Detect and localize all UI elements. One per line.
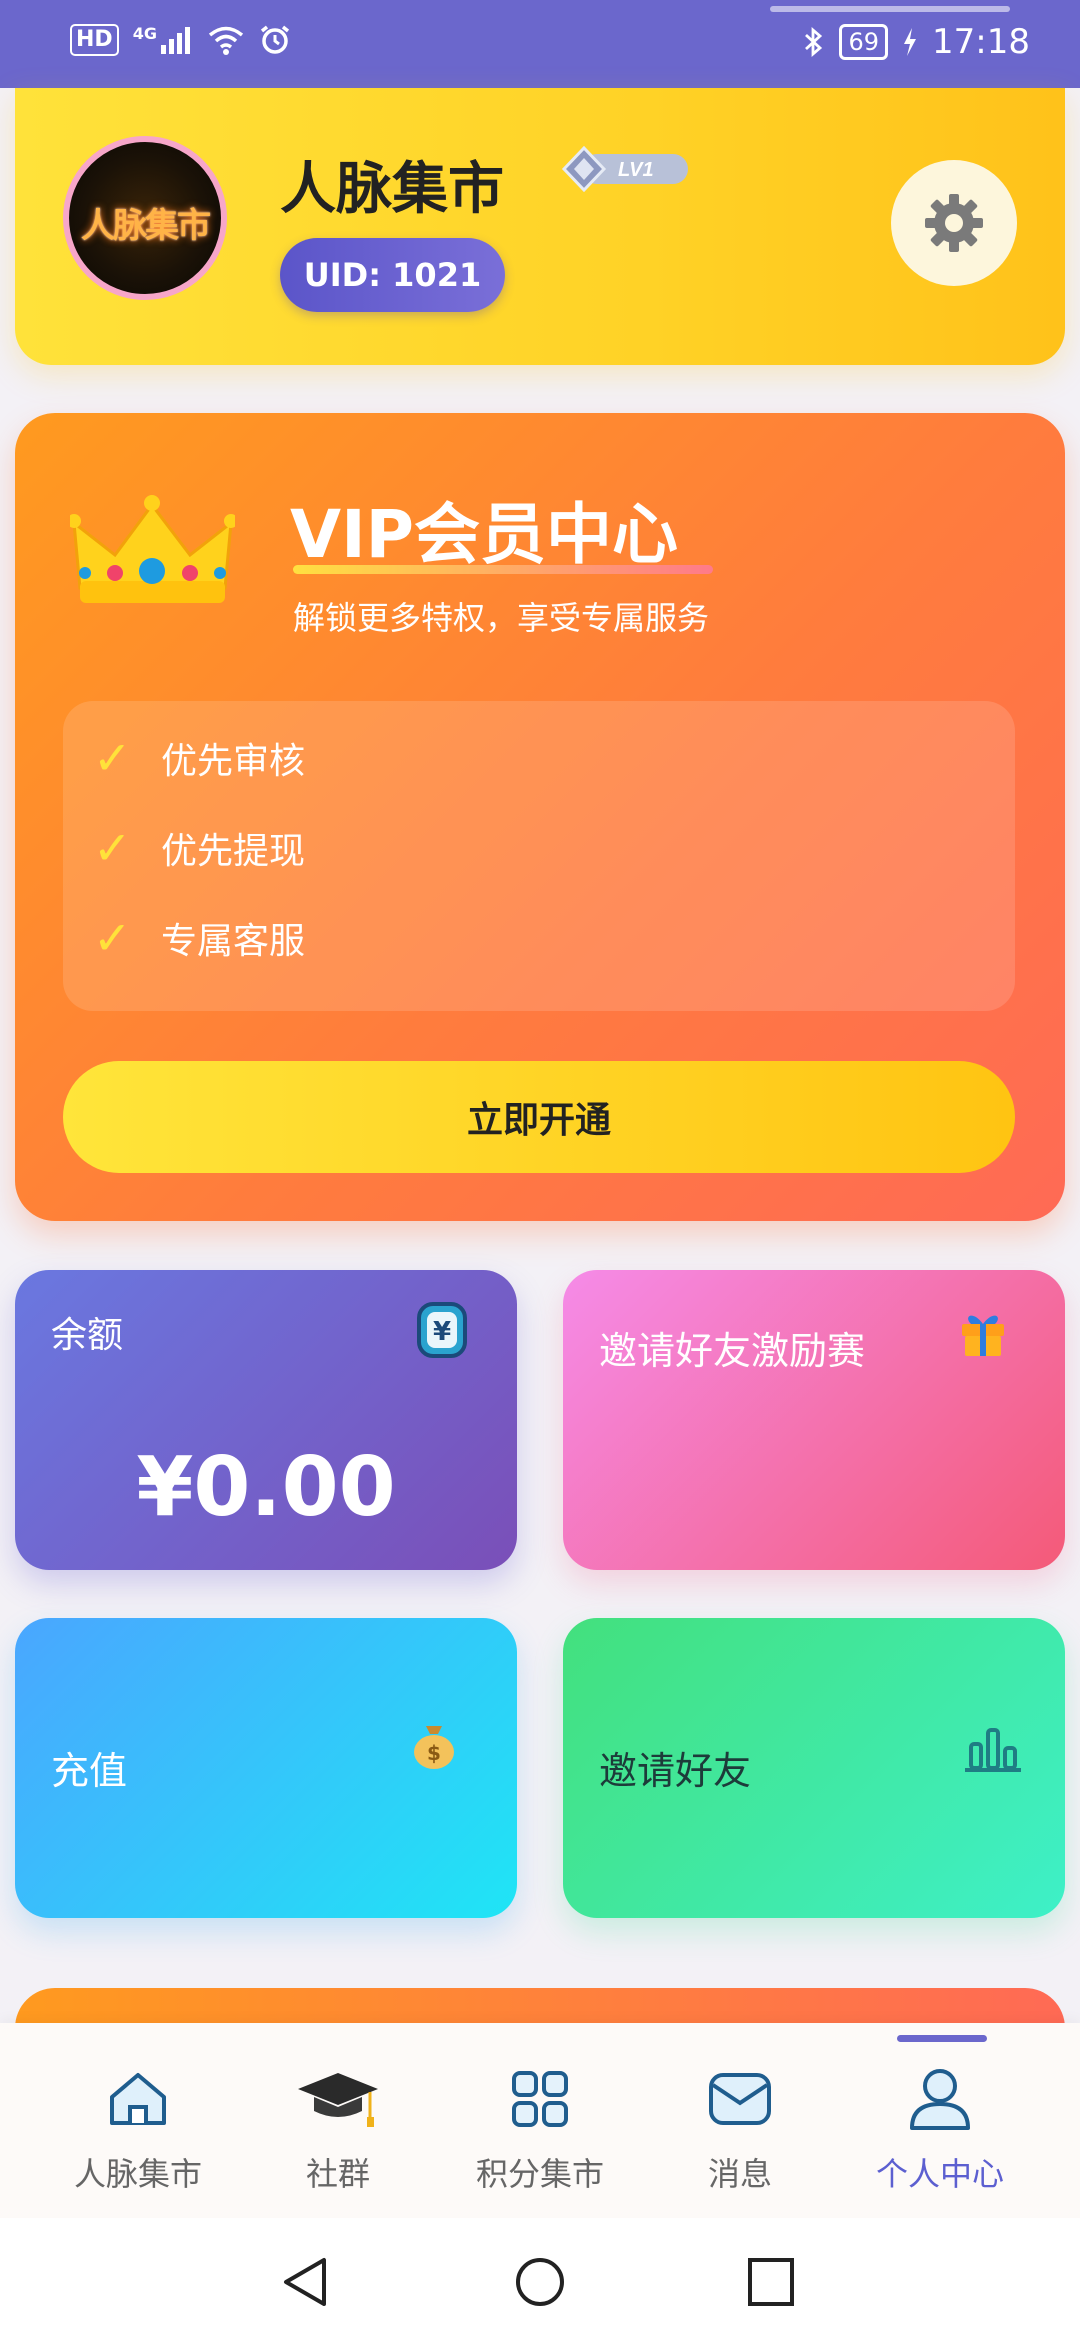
balance-tile[interactable]: 余额 ¥ ¥0.00 xyxy=(15,1270,517,1570)
nav-item-profile[interactable]: 个人中心 xyxy=(840,2063,1040,2195)
money-bag-icon: $ xyxy=(414,1726,454,1769)
vip-title: VIP会员中心 xyxy=(290,496,679,573)
avatar[interactable]: 人脉集市 xyxy=(63,136,227,300)
charging-icon xyxy=(904,28,917,56)
open-vip-button[interactable]: 立即开通 xyxy=(63,1061,1015,1173)
alarm-icon xyxy=(260,25,290,54)
benefit-label: 专属客服 xyxy=(161,921,306,962)
nav-item-community[interactable]: 社群 xyxy=(238,2063,438,2195)
home-icon xyxy=(110,2073,166,2125)
settings-button[interactable] xyxy=(891,160,1017,286)
recents-icon[interactable] xyxy=(746,2256,796,2308)
check-icon: ✓ xyxy=(93,821,132,875)
graduation-cap-icon xyxy=(298,2073,378,2127)
mail-icon xyxy=(709,2073,771,2125)
gift-icon xyxy=(962,1315,1004,1356)
svg-text:¥: ¥ xyxy=(433,1317,451,1347)
profile-name: 人脉集市 xyxy=(280,157,504,222)
balance-label: 余额 xyxy=(51,1315,124,1356)
network-label: 4G xyxy=(132,23,157,43)
status-right: 69 17:18 xyxy=(803,22,1030,62)
avatar-logo-text: 人脉集市 xyxy=(81,206,211,246)
clock: 17:18 xyxy=(932,22,1030,62)
invite-label: 邀请好友 xyxy=(599,1749,752,1793)
crown-icon xyxy=(70,495,235,603)
recharge-label: 充值 xyxy=(51,1749,128,1793)
invite-race-label: 邀请好友激励赛 xyxy=(599,1329,866,1373)
yuan-icon: ¥ xyxy=(417,1302,467,1358)
hd-icon: HD xyxy=(70,24,119,56)
nav-item-points-market[interactable]: 积分集市 xyxy=(440,2063,640,2195)
bluetooth-icon xyxy=(805,26,823,58)
recharge-tile[interactable]: 充值 $ xyxy=(15,1618,517,1918)
status-left: HD 4G xyxy=(70,24,291,56)
grid-icon xyxy=(512,2071,568,2127)
nav-label: 人脉集市 xyxy=(73,2155,202,2193)
benefit-item: ✓ 专属客服 xyxy=(93,911,305,965)
nav-item-home[interactable]: 人脉集市 xyxy=(38,2063,238,2195)
invite-tile[interactable]: 邀请好友 xyxy=(563,1618,1065,1918)
profile-card: 人脉集市 人脉集市 LV1 UID: 1021 xyxy=(15,88,1065,365)
nav-label: 积分集市 xyxy=(475,2155,604,2193)
wifi-icon xyxy=(208,26,244,55)
benefit-label: 优先审核 xyxy=(161,741,306,782)
uid-badge: UID: 1021 xyxy=(280,238,505,312)
benefit-item: ✓ 优先审核 xyxy=(93,731,305,785)
balance-value: ¥0.00 xyxy=(136,1440,396,1535)
nav-label: 社群 xyxy=(305,2155,370,2193)
bottom-navigation: 人脉集市 社群 积分集市 消息 个人中心 xyxy=(0,2023,1080,2218)
back-icon[interactable] xyxy=(280,2256,330,2308)
svg-text:$: $ xyxy=(427,1741,441,1765)
benefit-label: 优先提现 xyxy=(161,831,306,872)
signal-icon xyxy=(160,27,190,54)
nav-item-messages[interactable]: 消息 xyxy=(640,2063,840,2195)
battery-level: 69 xyxy=(839,24,889,60)
vip-card: VIP会员中心 解锁更多特权，享受专属服务 ✓ 优先审核 ✓ 优先提现 ✓ 专属… xyxy=(15,413,1065,1221)
user-icon xyxy=(910,2069,970,2130)
nav-label: 个人中心 xyxy=(875,2155,1004,2193)
check-icon: ✓ xyxy=(93,911,132,965)
gear-icon xyxy=(925,194,983,252)
nav-label: 消息 xyxy=(707,2155,772,2193)
vip-benefits-list: ✓ 优先审核 ✓ 优先提现 ✓ 专属客服 xyxy=(63,701,1015,1011)
benefit-item: ✓ 优先提现 xyxy=(93,821,305,875)
level-text: LV1 xyxy=(618,159,654,181)
home-button-icon[interactable] xyxy=(514,2256,566,2308)
status-bar: HD 4G 69 17:18 xyxy=(0,0,1080,88)
bar-chart-icon xyxy=(965,1728,1021,1772)
system-navigation-bar xyxy=(0,2218,1080,2340)
check-icon: ✓ xyxy=(93,731,132,785)
status-bar-handle xyxy=(770,6,1010,12)
vip-subtitle: 解锁更多特权，享受专属服务 xyxy=(293,599,710,637)
invite-race-tile[interactable]: 邀请好友激励赛 xyxy=(563,1270,1065,1570)
vip-title-underline xyxy=(293,565,713,574)
level-badge: LV1 xyxy=(561,146,688,192)
active-tab-indicator xyxy=(897,2035,987,2042)
